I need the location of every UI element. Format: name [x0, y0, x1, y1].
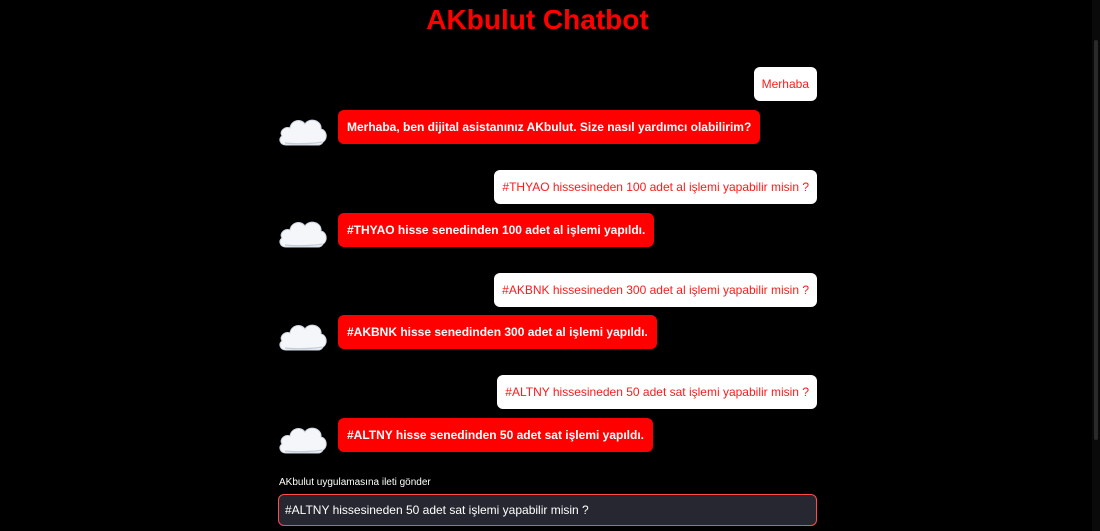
- chat-app: AKbulut Chatbot Merhaba Merhaba, ben dij…: [0, 0, 1100, 531]
- message-input[interactable]: [278, 494, 817, 526]
- user-message: #ALTNY hissesineden 50 adet sat işlemi y…: [497, 375, 817, 409]
- bot-message: #THYAO hisse senedinden 100 adet al işle…: [338, 213, 655, 247]
- scrollbar-thumb[interactable]: [1094, 40, 1098, 440]
- cloud-icon: [278, 420, 328, 456]
- cloud-icon: [278, 317, 328, 353]
- user-message: #AKBNK hissesineden 300 adet al işlemi y…: [494, 273, 817, 307]
- cloud-icon: [278, 112, 328, 148]
- message-input-label: AKbulut uygulamasına ileti gönder: [279, 477, 431, 488]
- cloud-icon: [278, 214, 328, 250]
- bot-message: #AKBNK hisse senedinden 300 adet al işle…: [338, 315, 657, 349]
- page-title: AKbulut Chatbot: [426, 4, 649, 35]
- user-message: Merhaba: [753, 67, 817, 101]
- user-message: #THYAO hissesineden 100 adet al işlemi y…: [494, 170, 817, 204]
- scrollbar[interactable]: [1092, 0, 1100, 531]
- bot-message: Merhaba, ben dijital asistanınız AKbulut…: [338, 110, 761, 144]
- bot-message: #ALTNY hisse senedinden 50 adet sat işle…: [338, 418, 653, 452]
